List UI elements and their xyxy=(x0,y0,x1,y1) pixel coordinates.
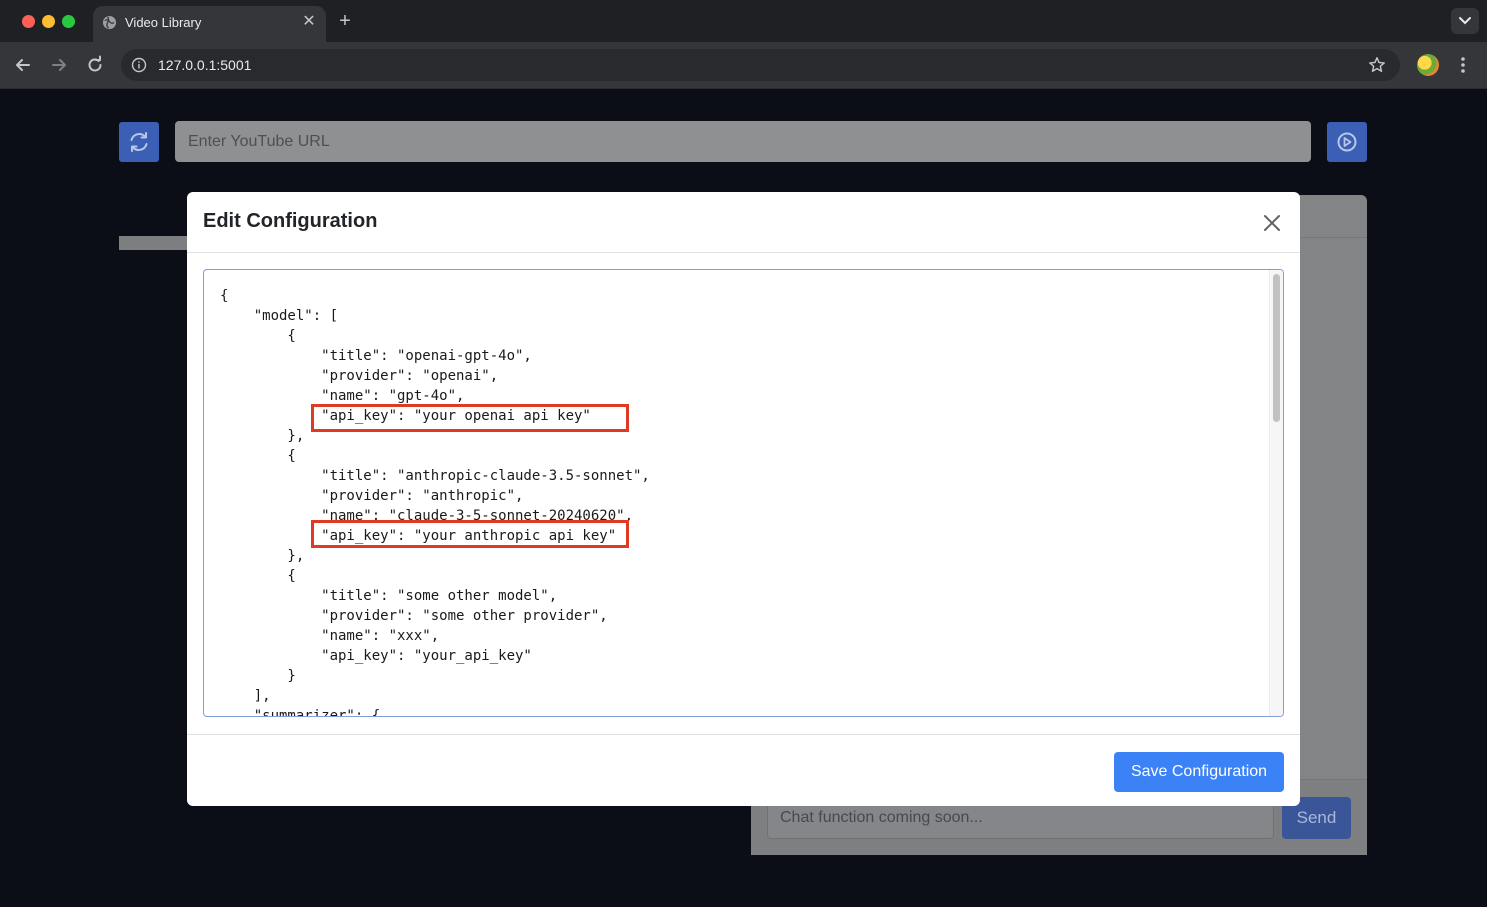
code-line[interactable]: { xyxy=(220,566,650,586)
code-line[interactable]: "provider": "anthropic", xyxy=(220,486,650,506)
new-tab-button[interactable]: + xyxy=(335,11,355,31)
code-line[interactable]: "name": "gpt-4o", xyxy=(220,386,650,406)
config-code[interactable]: { "model": [ { "title": "openai-gpt-4o",… xyxy=(220,286,650,716)
code-line[interactable]: "title": "some other model", xyxy=(220,586,650,606)
code-line[interactable]: "provider": "openai", xyxy=(220,366,650,386)
code-line[interactable]: } xyxy=(220,666,650,686)
code-line[interactable]: "title": "anthropic-claude-3.5-sonnet", xyxy=(220,466,650,486)
tab-close-icon[interactable]: ✕ xyxy=(300,13,318,31)
address-bar[interactable]: 127.0.0.1:5001 xyxy=(121,49,1400,81)
save-configuration-button[interactable]: Save Configuration xyxy=(1114,752,1284,792)
tab-title: Video Library xyxy=(125,15,202,30)
code-line[interactable]: "provider": "some other provider", xyxy=(220,606,650,626)
scrollbar-thumb[interactable] xyxy=(1273,274,1280,422)
star-icon[interactable] xyxy=(1368,56,1386,74)
refresh-icon xyxy=(130,132,148,152)
browser-toolbar: 127.0.0.1:5001 xyxy=(0,42,1487,89)
editor-scrollbar[interactable] xyxy=(1269,270,1283,716)
tab-search-button[interactable] xyxy=(1451,8,1479,34)
globe-icon xyxy=(102,15,117,30)
window-zoom-button[interactable] xyxy=(62,15,75,28)
config-json-editor[interactable]: { "model": [ { "title": "openai-gpt-4o",… xyxy=(203,269,1284,717)
refresh-library-button[interactable] xyxy=(119,122,159,162)
code-line[interactable]: "model": [ xyxy=(220,306,650,326)
reload-icon[interactable] xyxy=(85,55,105,75)
browser-tab-bar: Video Library ✕ + xyxy=(0,0,1487,42)
play-circle-icon xyxy=(1337,132,1357,152)
close-icon[interactable] xyxy=(1260,211,1284,235)
code-line[interactable]: { xyxy=(220,286,650,306)
info-icon[interactable] xyxy=(131,57,147,73)
load-video-button[interactable] xyxy=(1327,122,1367,162)
back-icon[interactable] xyxy=(13,55,33,75)
code-line[interactable]: "summarizer": { xyxy=(220,706,650,716)
chevron-down-icon xyxy=(1459,17,1471,25)
modal-header: Edit Configuration xyxy=(187,192,1300,253)
url-text[interactable]: 127.0.0.1:5001 xyxy=(158,57,251,73)
code-line[interactable]: "name": "xxx", xyxy=(220,626,650,646)
modal-title: Edit Configuration xyxy=(203,210,378,232)
forward-icon[interactable] xyxy=(49,55,69,75)
code-line[interactable]: { xyxy=(220,446,650,466)
window-close-button[interactable] xyxy=(22,15,35,28)
code-line[interactable]: "title": "openai-gpt-4o", xyxy=(220,346,650,366)
code-line[interactable]: ], xyxy=(220,686,650,706)
window-minimize-button[interactable] xyxy=(42,15,55,28)
openai-api-key-highlight xyxy=(311,404,629,432)
code-line[interactable]: }, xyxy=(220,546,650,566)
more-menu-icon[interactable] xyxy=(1453,54,1473,76)
anthropic-api-key-highlight xyxy=(311,520,629,548)
youtube-url-input[interactable] xyxy=(175,121,1311,162)
profile-avatar[interactable] xyxy=(1417,54,1439,76)
code-line[interactable]: "api_key": "your_api_key" xyxy=(220,646,650,666)
edit-configuration-modal: Edit Configuration { "model": [ { "title… xyxy=(187,192,1300,806)
browser-tab[interactable]: Video Library ✕ xyxy=(93,6,326,42)
code-line[interactable]: { xyxy=(220,326,650,346)
modal-footer: Save Configuration xyxy=(187,734,1300,806)
